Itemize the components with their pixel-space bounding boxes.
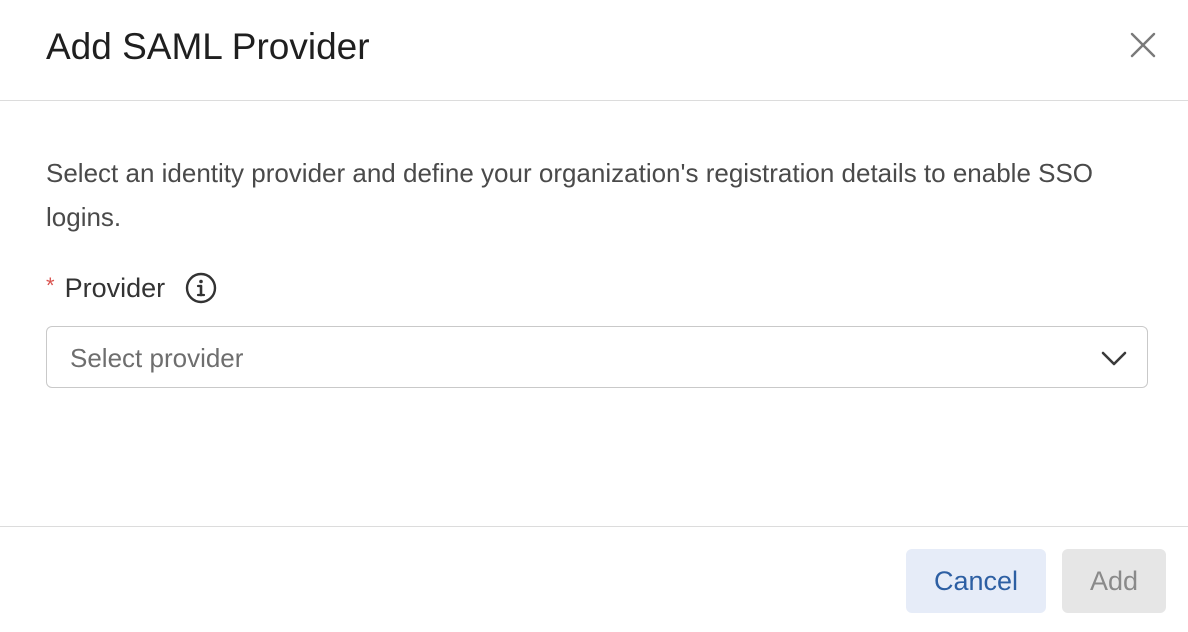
close-icon[interactable] <box>1128 30 1158 60</box>
chevron-down-icon <box>1101 346 1127 370</box>
info-icon[interactable] <box>185 272 217 304</box>
required-marker: * <box>46 273 55 298</box>
provider-select[interactable]: Select provider <box>46 326 1148 388</box>
add-button[interactable]: Add <box>1062 549 1166 613</box>
dialog-description: Select an identity provider and define y… <box>46 158 1094 232</box>
dialog-title: Add SAML Provider <box>46 26 370 67</box>
add-saml-provider-dialog: Add SAML Provider Select an identity pro… <box>0 0 1188 632</box>
dialog-header: Add SAML Provider <box>0 0 1188 101</box>
provider-field-label: * Provider <box>46 268 217 308</box>
dialog-footer: Cancel Add <box>0 526 1188 632</box>
provider-label-text: Provider <box>64 272 166 303</box>
provider-select-placeholder: Select provider <box>70 343 244 373</box>
cancel-button[interactable]: Cancel <box>906 549 1046 613</box>
